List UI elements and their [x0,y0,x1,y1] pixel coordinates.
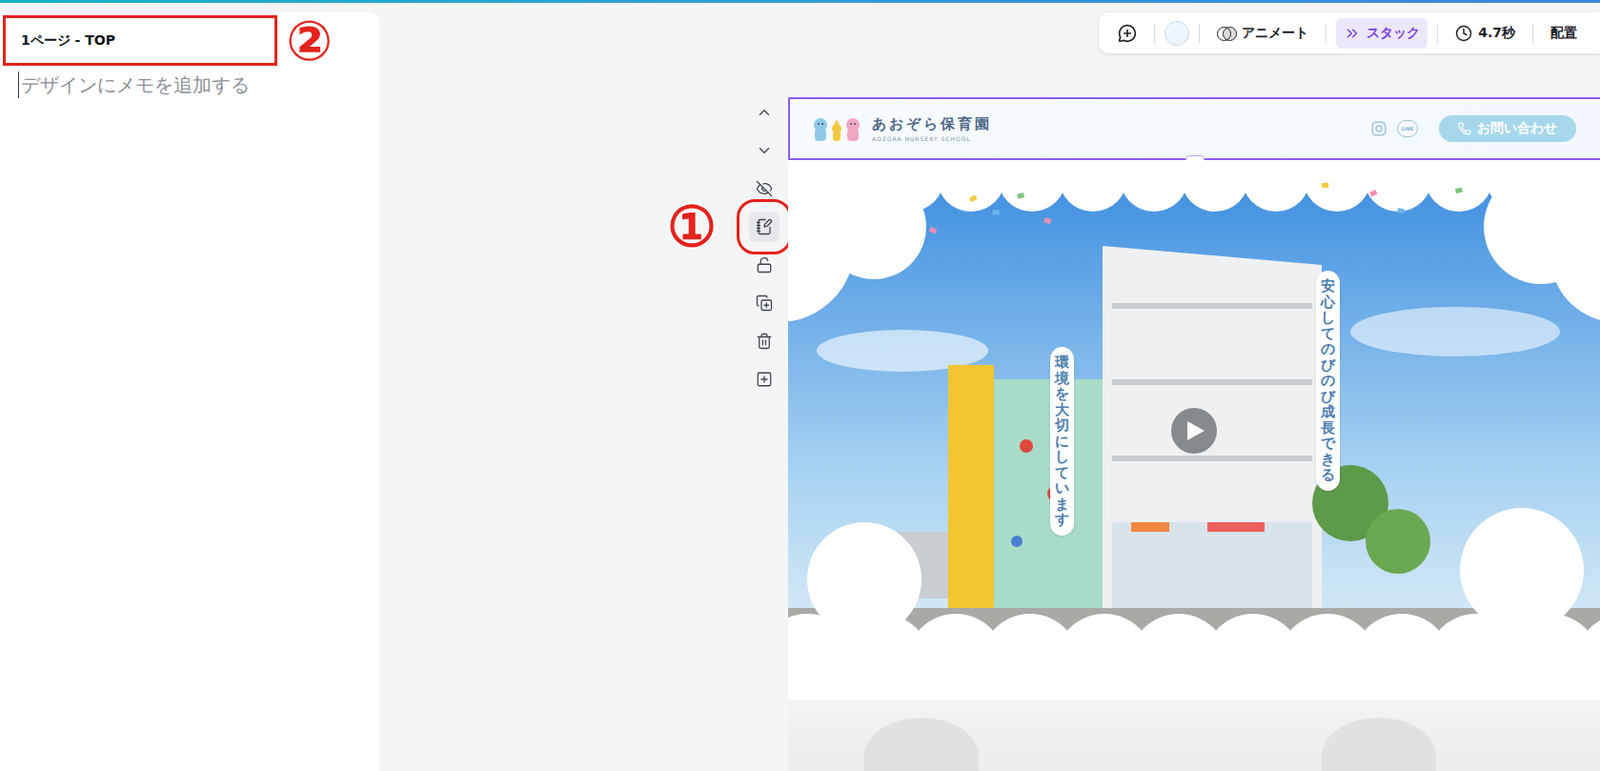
hero-vertical-label: 安心してのびのび成長できる [1316,270,1340,491]
faded-image [1321,717,1437,771]
toolbar-separator [1154,23,1155,43]
instagram-icon [1370,120,1388,138]
hide-icon [755,180,773,198]
position-button[interactable]: 配置 [1542,18,1585,49]
delete-tool-button[interactable] [749,325,780,357]
comment-add-icon [1117,23,1137,43]
clock-icon [1455,24,1473,42]
play-button[interactable] [1171,407,1217,454]
page-title: 1ページ - TOP② [2,15,278,66]
annotation-badge: ② [285,13,333,69]
notes-input[interactable] [18,71,371,99]
animate-button[interactable]: アニメート [1209,18,1317,49]
stage: ① あおぞら保育園AOZORA NURSERY SCHOOL LINE お問い合わせ環… [379,97,1600,771]
duplicate-icon [755,294,773,312]
workspace: アニメートスタック4.7秒配置①あおぞら保育園AOZORA NURSERY SC… [379,2,1600,771]
add-icon [755,370,773,388]
notes-tool-button[interactable]: ① [749,211,780,243]
lock-icon [755,256,773,274]
logo-title: あおぞら保育園 [871,115,993,134]
stack-icon [1343,24,1361,42]
hero-section[interactable]: 環境を大切にしています 安心してのびのび成長できる [788,160,1600,701]
toolbar-separator [1198,23,1200,43]
annotation-badge: ① [667,199,717,255]
lock-tool-button[interactable] [749,249,780,281]
hide-tool-button[interactable] [749,173,780,204]
page-tools: ① [749,97,780,771]
delete-icon [755,332,773,350]
phone-icon [1458,121,1472,136]
hero-vertical-label: 環境を大切にしています [1050,346,1074,536]
instagram-link[interactable] [1370,120,1388,138]
up-tool-button[interactable] [749,97,780,128]
line-link[interactable]: LINE [1397,120,1418,138]
line-icon: LINE [1397,120,1418,138]
design-page[interactable]: あおぞら保育園AOZORA NURSERY SCHOOL LINE お問い合わせ環境… [788,97,1600,771]
canva-editor: 1ページ - TOP②アニメートスタック4.7秒配置①あおぞら保育園AOZORA… [0,0,1600,771]
comment-button[interactable] [1110,18,1145,49]
contact-button[interactable]: お問い合わせ [1438,115,1577,142]
site-logo: あおぞら保育園AOZORA NURSERY SCHOOL [871,115,993,142]
down-tool-button[interactable] [749,135,780,166]
context-toolbar: アニメートスタック 4.7秒配置 [1098,12,1600,54]
nursery-logo-icon [810,113,863,144]
down-icon [755,141,773,160]
up-icon [755,103,773,122]
notes-panel: 1ページ - TOP② [0,12,380,771]
duration-button[interactable]: 4.7秒 [1447,18,1523,49]
next-section [788,700,1600,771]
play-icon [1187,421,1205,441]
add-tool-button[interactable] [749,364,780,395]
notes-icon [755,218,773,236]
color-swatch[interactable] [1164,20,1190,46]
toolbar-row: アニメートスタック 4.7秒配置 [379,2,1600,54]
site-header[interactable]: あおぞら保育園AOZORA NURSERY SCHOOL LINE お問い合わせ [788,97,1600,161]
faded-image [864,717,979,771]
animate-icon [1216,24,1236,42]
editor-main: 1ページ - TOP②アニメートスタック4.7秒配置①あおぞら保育園AOZORA… [0,2,1600,771]
toolbar-separator [1532,23,1534,43]
stack-button[interactable]: スタック [1336,18,1428,49]
logo-subtitle: AOZORA NURSERY SCHOOL [871,135,993,142]
toolbar-separator [1437,23,1438,43]
duplicate-tool-button[interactable] [749,287,780,319]
top-stripe [0,0,1600,3]
toolbar-separator [1325,23,1327,43]
